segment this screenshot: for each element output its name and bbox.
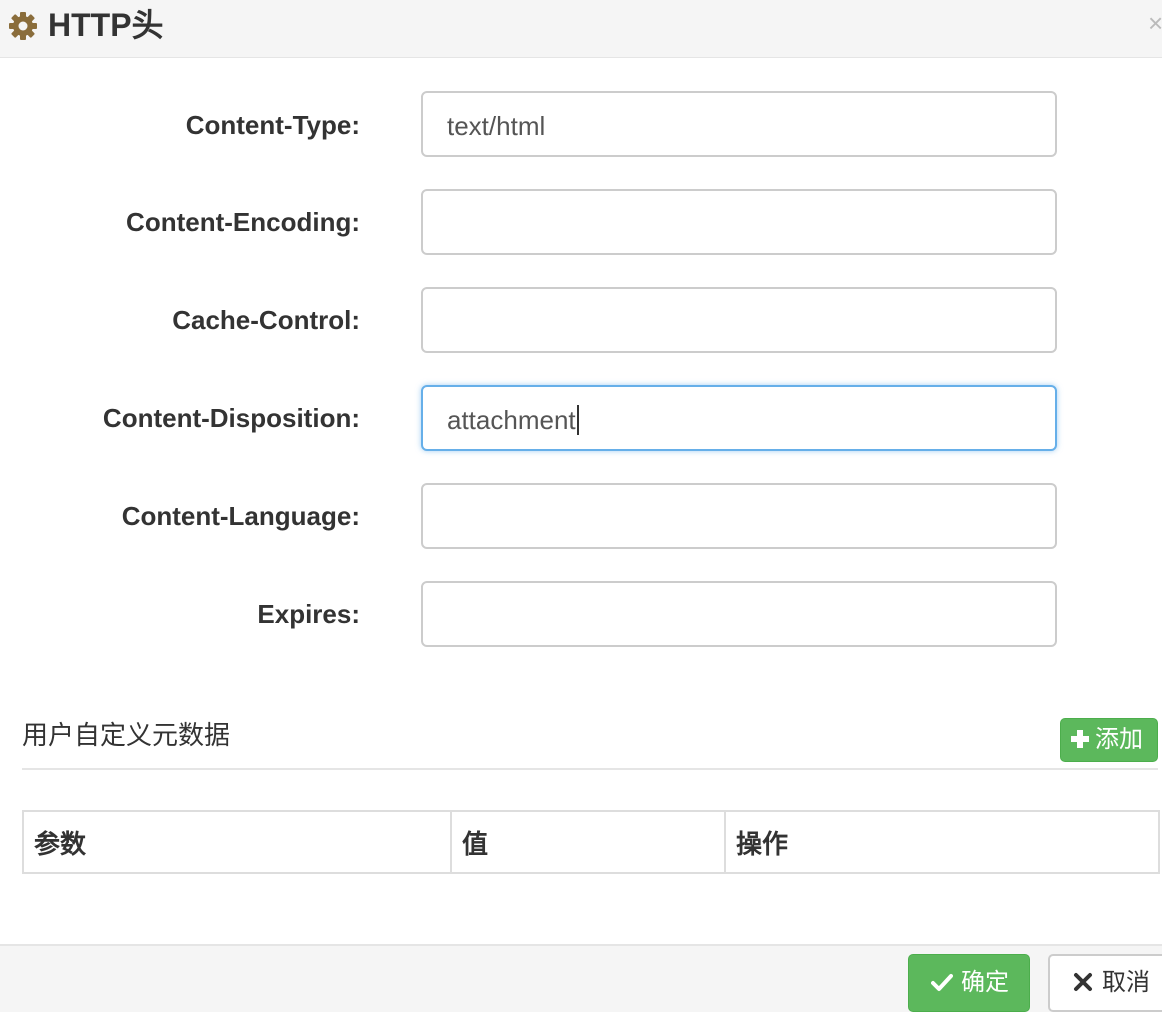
gear-icon — [9, 12, 37, 40]
confirm-label: 确定 — [961, 969, 1009, 996]
check-icon — [931, 973, 953, 991]
content-disposition-value: attachment — [447, 405, 576, 436]
form-label-expires: Expires: — [257, 599, 360, 629]
column-header-actions: 操作 — [724, 810, 1160, 874]
column-header-param: 参数 — [22, 810, 452, 874]
expires-input[interactable] — [421, 581, 1057, 647]
form-label-content-disposition: Content-Disposition: — [102, 403, 360, 433]
form-label-content-type: Content-Type: — [185, 110, 360, 140]
text-caret — [576, 405, 579, 436]
dialog-header: HTTP头 × — [0, 0, 1162, 58]
confirm-button[interactable]: 确定 — [908, 954, 1030, 1012]
metadata-table: 参数 值 操作 — [22, 810, 1160, 874]
form-label-content-encoding: Content-Encoding: — [126, 207, 360, 237]
close-icon[interactable]: × — [1148, 8, 1162, 38]
cancel-button[interactable]: 取消 — [1048, 954, 1162, 1012]
dialog-title: HTTP头 — [48, 7, 164, 43]
section-divider — [22, 768, 1158, 770]
plus-icon — [1071, 729, 1089, 748]
add-metadata-label: 添加 — [1095, 726, 1143, 753]
cancel-label: 取消 — [1102, 969, 1150, 996]
table-header-row: 参数 值 操作 — [22, 810, 1160, 874]
x-icon — [1074, 972, 1092, 991]
cache-control-input[interactable] — [421, 287, 1057, 353]
content-disposition-input[interactable]: attachment — [421, 385, 1057, 451]
column-header-value: 值 — [450, 810, 726, 874]
content-language-input[interactable] — [421, 483, 1057, 549]
custom-metadata-title: 用户自定义元数据 — [22, 720, 231, 750]
content-encoding-input[interactable] — [421, 189, 1057, 255]
form-label-cache-control: Cache-Control: — [172, 305, 360, 335]
http-headers-dialog: HTTP头 × Content-Type: text/html Content-… — [0, 0, 1162, 1012]
add-metadata-button[interactable]: 添加 — [1060, 718, 1158, 762]
content-type-input[interactable]: text/html — [421, 91, 1057, 157]
form-label-content-language: Content-Language: — [121, 501, 360, 531]
content-type-value: text/html — [447, 111, 546, 142]
